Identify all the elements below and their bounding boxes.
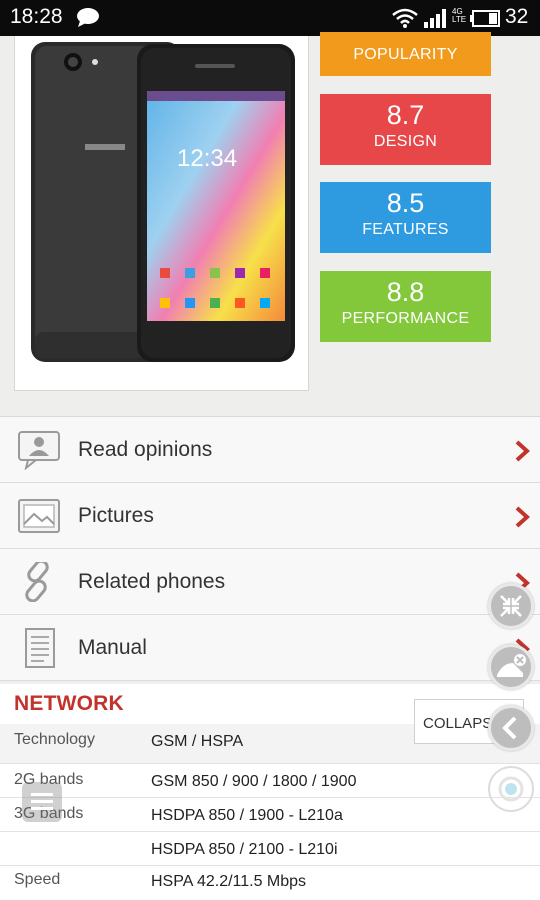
- spec-row: 2G bands GSM 850 / 900 / 1800 / 1900: [0, 764, 540, 798]
- opinions-icon: [18, 431, 60, 470]
- rating-performance: 8.8 PERFORMANCE: [320, 271, 491, 342]
- section-title: NETWORK: [14, 692, 124, 715]
- battery-icon: [470, 10, 500, 27]
- spec-value: GSM / HSPA: [151, 733, 244, 750]
- pictures-icon: [18, 499, 60, 533]
- spec-value: HSPA 42.2/11.5 Mbps: [151, 873, 307, 890]
- phone-menu: Read opinions Pictures Related phones Ma…: [0, 416, 540, 681]
- chat-notification-icon: [77, 8, 99, 27]
- signal-icon: [424, 9, 446, 28]
- hamburger-icon: [31, 793, 53, 810]
- spec-row: HSDPA 850 / 2100 - L210i: [0, 832, 540, 866]
- shrink-button[interactable]: [488, 583, 534, 629]
- eraser-icon: [497, 654, 526, 677]
- back-arrow-icon: [502, 716, 517, 740]
- clear-button[interactable]: [488, 644, 534, 690]
- phone-image[interactable]: 12:34: [14, 36, 309, 391]
- spec-row: Speed HSPA 42.2/11.5 Mbps: [0, 866, 540, 900]
- rating-label: FEATURES: [362, 221, 449, 238]
- chevron-right-icon: [515, 440, 530, 462]
- rating-label: DESIGN: [373, 133, 438, 150]
- battery-level: 32: [505, 5, 529, 28]
- spec-value: HSDPA 850 / 1900 - L210a: [151, 807, 343, 824]
- floating-ball-button[interactable]: [488, 766, 534, 812]
- spec-row: 3G bands HSDPA 850 / 1900 - L210a: [0, 798, 540, 832]
- menu-toggle-button[interactable]: [22, 782, 62, 822]
- link-icon: [25, 562, 49, 602]
- menu-item-label: Pictures: [78, 504, 154, 527]
- spec-value: GSM 850 / 900 / 1800 / 1900: [151, 773, 357, 790]
- menu-item-label: Manual: [78, 636, 147, 659]
- spec-value: HSDPA 850 / 2100 - L210i: [151, 841, 338, 858]
- menu-item-label: Read opinions: [78, 438, 213, 461]
- network-type: 4G LTE: [452, 7, 467, 24]
- spec-key: Technology: [14, 731, 95, 748]
- phone-illustration: 12:34: [31, 42, 295, 362]
- spec-key: Speed: [14, 871, 61, 888]
- rating-label: POPULARITY: [353, 46, 458, 63]
- product-header: 12:34 POPULARITY 8.7 DESIGN 8.5 FEATURES…: [0, 32, 540, 416]
- svg-text:12:34: 12:34: [177, 145, 237, 172]
- target-icon: [498, 776, 524, 802]
- network-spec-section: NETWORK Technology GSM / HSPA 2G bands G…: [0, 684, 540, 900]
- rating-popularity: POPULARITY: [320, 32, 491, 76]
- rating-features: 8.5 FEATURES: [320, 182, 491, 253]
- menu-item-label: Related phones: [78, 570, 226, 593]
- rating-value: 8.7: [386, 100, 425, 130]
- rating-value: 8.5: [386, 188, 425, 218]
- manual-icon: [25, 628, 55, 668]
- menu-item-read-opinions[interactable]: Read opinions: [0, 417, 540, 483]
- menu-item-related-phones[interactable]: Related phones: [0, 549, 540, 615]
- shrink-arrows-icon: [500, 595, 522, 617]
- rating-design: 8.7 DESIGN: [320, 94, 491, 165]
- status-bar: 18:28 4G LTE 32: [0, 0, 540, 36]
- rating-value: 8.8: [386, 277, 425, 307]
- status-time: 18:28: [10, 5, 63, 28]
- back-button[interactable]: [488, 705, 534, 751]
- wifi-icon: [392, 8, 418, 28]
- rating-label: PERFORMANCE: [341, 310, 470, 327]
- menu-item-manual[interactable]: Manual: [0, 615, 540, 681]
- menu-item-pictures[interactable]: Pictures: [0, 483, 540, 549]
- chevron-right-icon: [515, 506, 530, 528]
